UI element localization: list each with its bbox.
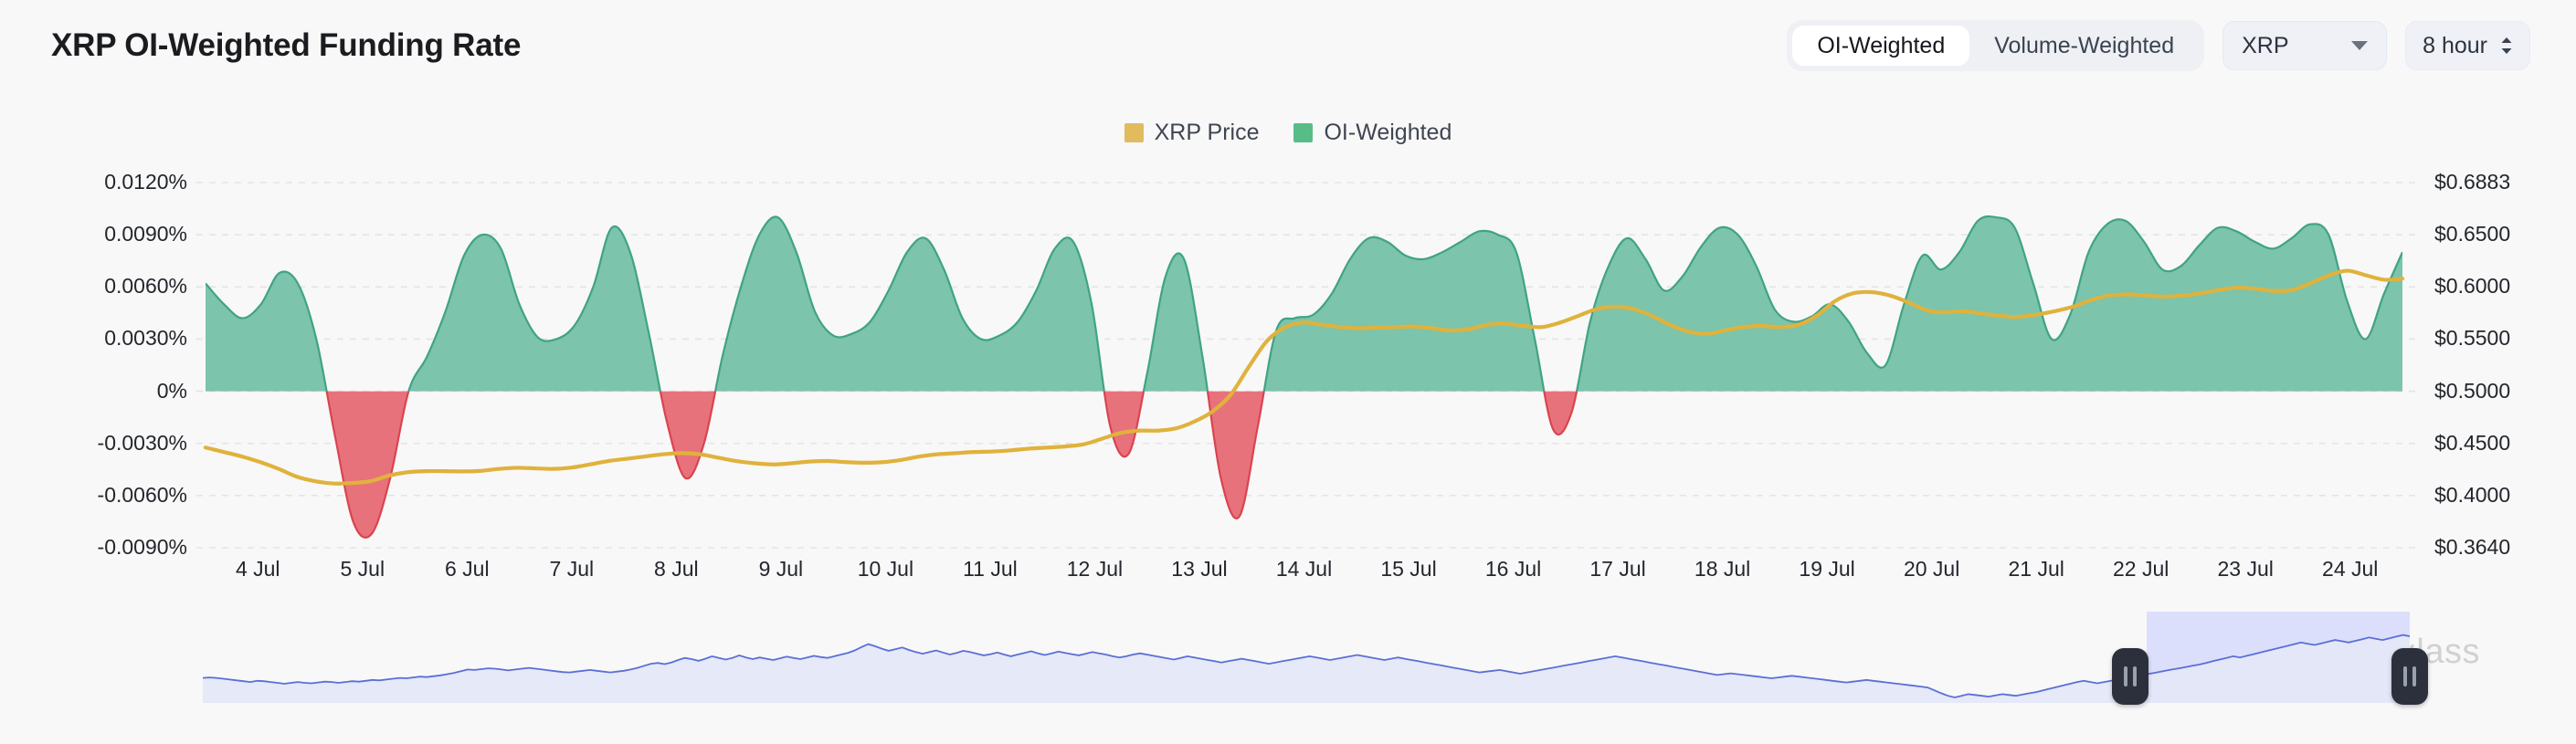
y-axis-right-tick: $0.5500 (2434, 326, 2511, 351)
navigator-handle-left[interactable] (2112, 648, 2148, 705)
chevron-down-icon (2351, 41, 2369, 50)
interval-stepper-value: 8 hour (2423, 32, 2487, 58)
tab-oi-weighted[interactable]: OI-Weighted (1792, 26, 1970, 66)
x-axis-tick: 18 Jul (1694, 557, 1751, 581)
x-axis-tick: 24 Jul (2322, 557, 2379, 581)
x-axis-tick: 23 Jul (2217, 557, 2274, 581)
x-axis-tick: 13 Jul (1171, 557, 1228, 581)
interval-stepper[interactable]: 8 hour (2405, 21, 2530, 70)
x-axis-tick: 20 Jul (1903, 557, 1960, 581)
legend-swatch-oi-weighted (1293, 123, 1314, 142)
x-axis-tick: 7 Jul (549, 557, 595, 581)
x-axis-tick: 17 Jul (1589, 557, 1646, 581)
x-axis-tick: 21 Jul (2008, 557, 2064, 581)
navigator-series[interactable] (0, 603, 2576, 739)
y-axis-left-tick: 0.0060% (104, 274, 187, 299)
legend-label-oi-weighted: OI-Weighted (1324, 120, 1452, 145)
page-title: XRP OI-Weighted Funding Rate (51, 27, 522, 63)
asset-select[interactable]: XRP (2222, 21, 2388, 70)
x-axis-tick: 4 Jul (235, 557, 280, 581)
weighting-toggle-group[interactable]: OI-Weighted Volume-Weighted (1787, 20, 2205, 71)
up-down-arrows-icon[interactable] (2500, 37, 2513, 55)
legend-label-price: XRP Price (1154, 120, 1260, 145)
y-axis-left-tick: -0.0060% (97, 482, 187, 507)
x-axis-tick: 22 Jul (2113, 557, 2170, 581)
x-axis-tick: 12 Jul (1066, 557, 1124, 581)
asset-select-value: XRP (2242, 32, 2289, 58)
funding-rate-chart (196, 182, 2421, 549)
y-axis-left-tick: 0% (156, 378, 187, 403)
x-axis-tick: 14 Jul (1275, 557, 1333, 581)
legend-item-oi-weighted[interactable]: OI-Weighted (1293, 120, 1452, 146)
y-axis-right-tick: $0.5000 (2434, 378, 2511, 403)
x-axis-tick: 19 Jul (1799, 557, 1855, 581)
x-axis-tick: 10 Jul (857, 557, 914, 581)
x-axis-tick: 16 Jul (1484, 557, 1542, 581)
x-axis-tick: 9 Jul (758, 557, 804, 581)
x-axis-tick: 6 Jul (445, 557, 490, 581)
x-axis-tick: 15 Jul (1380, 557, 1437, 581)
y-axis-right-tick: $0.4500 (2434, 430, 2511, 455)
x-axis-tick: 11 Jul (963, 557, 1018, 581)
y-axis-left-tick: -0.0090% (97, 535, 187, 559)
y-axis-left-tick: -0.0030% (97, 430, 187, 455)
y-axis-right-tick: $0.3640 (2434, 535, 2511, 559)
chart-controls: OI-Weighted Volume-Weighted XRP 8 hour (1787, 20, 2530, 71)
y-axis-right-tick: $0.6000 (2434, 274, 2511, 299)
chart-plot-area[interactable]: 0.0120% 0.0090% 0.0060% 0.0030% 0% -0.0030% -0… (0, 164, 2576, 677)
y-axis-right-tick: $0.4000 (2434, 482, 2511, 507)
legend-item-price[interactable]: XRP Price (1124, 120, 1260, 146)
legend-swatch-price (1124, 123, 1144, 142)
x-axis-tick: 8 Jul (654, 557, 699, 581)
y-axis-left-tick: 0.0030% (104, 326, 187, 351)
x-axis-tick: 5 Jul (340, 557, 385, 581)
tab-volume-weighted[interactable]: Volume-Weighted (1969, 26, 2199, 66)
chart-legend: XRP Price OI-Weighted (0, 120, 2576, 146)
y-axis-left-tick: 0.0090% (104, 222, 187, 246)
y-axis-right-tick: $0.6883 (2434, 170, 2511, 194)
navigator-handle-right[interactable] (2391, 648, 2428, 705)
y-axis-right-tick: $0.6500 (2434, 222, 2511, 246)
y-axis-left-tick: 0.0120% (104, 170, 187, 194)
chart-navigator[interactable] (0, 603, 2576, 739)
